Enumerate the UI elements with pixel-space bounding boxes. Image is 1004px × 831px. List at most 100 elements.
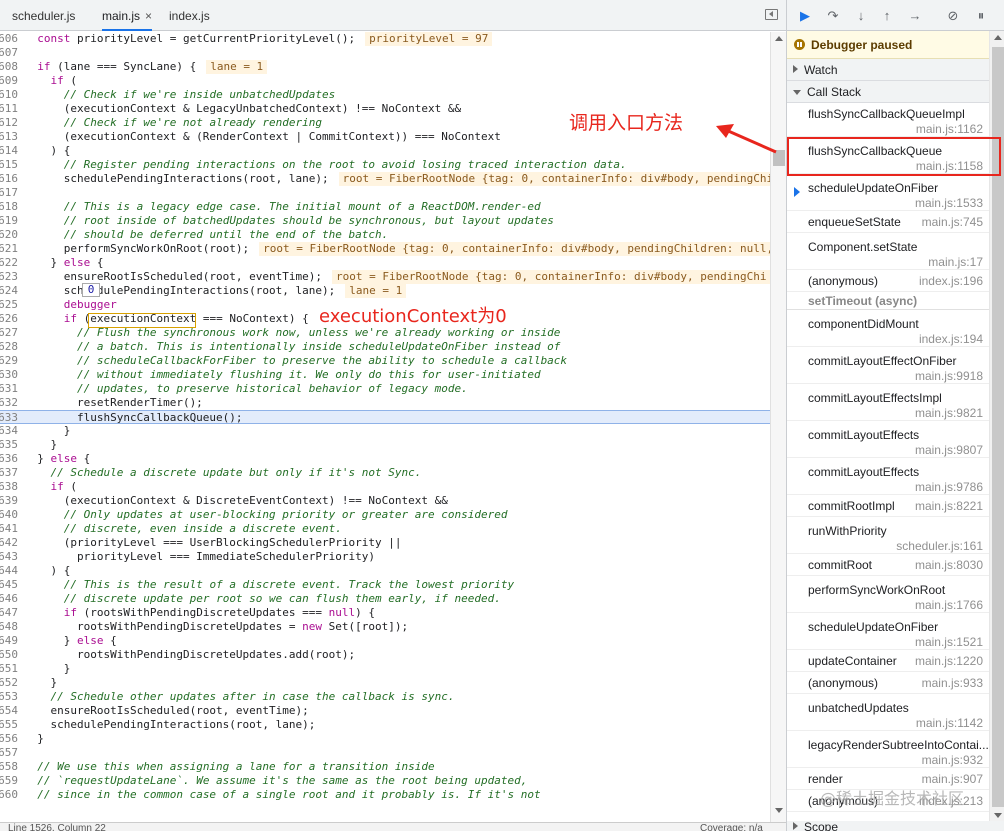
line-number[interactable]: 656 <box>0 732 18 746</box>
code-line[interactable]: 614 ) { <box>0 144 770 158</box>
code-line[interactable]: 616 schedulePendingInteractions(root, la… <box>0 172 770 186</box>
code-line[interactable]: 635 } <box>0 438 770 452</box>
code-line[interactable]: 640 // Only updates at user-blocking pri… <box>0 508 770 522</box>
call-frame[interactable]: componentDidMount index.js:194 <box>787 310 989 347</box>
code-line[interactable]: 657 <box>0 746 770 760</box>
line-number[interactable]: 660 <box>0 788 18 802</box>
step-icon[interactable]: → <box>907 8 923 24</box>
code-line[interactable]: 628 // a batch. This is intentionally in… <box>0 340 770 354</box>
line-number[interactable]: 618 <box>0 200 18 214</box>
code-line[interactable]: 615 // Register pending interactions on … <box>0 158 770 172</box>
line-number[interactable]: 612 <box>0 116 18 130</box>
scroll-down-icon[interactable] <box>775 808 783 813</box>
line-number[interactable]: 650 <box>0 648 18 662</box>
line-number[interactable]: 629 <box>0 354 18 368</box>
line-number[interactable]: 635 <box>0 438 18 452</box>
code-line[interactable]: 652 } <box>0 676 770 690</box>
code-line[interactable]: 629 // scheduleCallbackForFiber to prese… <box>0 354 770 368</box>
frame-location[interactable]: main.js:933 <box>922 676 983 690</box>
code-line[interactable]: 617 <box>0 186 770 200</box>
call-frame[interactable]: commitRootImpl main.js:8221 <box>787 495 989 517</box>
line-number[interactable]: 634 <box>0 424 18 438</box>
code-line[interactable]: 607 <box>0 46 770 60</box>
line-number[interactable]: 646 <box>0 592 18 606</box>
line-number[interactable]: 636 <box>0 452 18 466</box>
line-number[interactable]: 622 <box>0 256 18 270</box>
code-line[interactable]: 660 // since in the common case of a sin… <box>0 788 770 802</box>
frame-location[interactable]: main.js:1142 <box>916 716 983 730</box>
tab-index-js[interactable]: index.js <box>169 0 210 31</box>
line-number[interactable]: 652 <box>0 676 18 690</box>
frame-location[interactable]: index.js:196 <box>919 274 983 288</box>
code-line[interactable]: 630 // without immediately flushing it. … <box>0 368 770 382</box>
code-line[interactable]: 655 schedulePendingInteractions(root, la… <box>0 718 770 732</box>
line-number[interactable]: 610 <box>0 88 18 102</box>
line-number[interactable]: 607 <box>0 46 18 60</box>
code-line[interactable]: 656 } <box>0 732 770 746</box>
code-line[interactable]: 622 } else { <box>0 256 770 270</box>
frame-location[interactable]: main.js:9786 <box>915 480 983 494</box>
code-line[interactable]: 658 // We use this when assigning a lane… <box>0 760 770 774</box>
scope-section-header[interactable]: Scope <box>787 821 1004 831</box>
line-number[interactable]: 625 <box>0 298 18 312</box>
code-line[interactable]: 634 } <box>0 424 770 438</box>
pause-on-exceptions-icon[interactable]: ⏸ <box>973 8 989 24</box>
code-line[interactable]: 639 (executionContext & DiscreteEventCon… <box>0 494 770 508</box>
call-frame[interactable]: enqueueSetState main.js:745 <box>787 211 989 233</box>
frame-location[interactable]: main.js:1521 <box>915 635 983 649</box>
frame-location[interactable]: main.js:17 <box>928 255 983 269</box>
line-number[interactable]: 638 <box>0 480 18 494</box>
line-number[interactable]: 606 <box>0 32 18 46</box>
call-frame[interactable]: commitLayoutEffects main.js:9786 <box>787 458 989 495</box>
scroll-up-icon[interactable] <box>994 35 1002 40</box>
line-number[interactable]: 639 <box>0 494 18 508</box>
line-number[interactable]: 658 <box>0 760 18 774</box>
line-number[interactable]: 659 <box>0 774 18 788</box>
code-line[interactable]: 636 } else { <box>0 452 770 466</box>
frame-location[interactable]: main.js:932 <box>922 753 983 767</box>
scroll-up-icon[interactable] <box>775 36 783 41</box>
line-number[interactable]: 611 <box>0 102 18 116</box>
call-frame[interactable]: runWithPriority scheduler.js:161 <box>787 517 989 554</box>
line-number[interactable]: 647 <box>0 606 18 620</box>
call-frame[interactable]: updateContainer main.js:1220 <box>787 650 989 672</box>
line-number[interactable]: 627 <box>0 326 18 340</box>
step-over-icon[interactable]: ↷ <box>825 8 841 24</box>
code-line[interactable]: 609 if ( <box>0 74 770 88</box>
code-line[interactable]: 646 // discrete update per root so we ca… <box>0 592 770 606</box>
line-number[interactable]: 649 <box>0 634 18 648</box>
step-into-icon[interactable]: ↓ <box>853 8 869 24</box>
frame-location[interactable]: scheduler.js:161 <box>896 539 983 553</box>
line-number[interactable]: 642 <box>0 536 18 550</box>
line-number[interactable]: 628 <box>0 340 18 354</box>
code-line[interactable]: 641 // discrete, even inside a discrete … <box>0 522 770 536</box>
code-line[interactable]: 610 // Check if we're inside unbatchedUp… <box>0 88 770 102</box>
code-line[interactable]: 645 // This is the result of a discrete … <box>0 578 770 592</box>
line-number[interactable]: 631 <box>0 382 18 396</box>
line-number[interactable]: 655 <box>0 718 18 732</box>
frame-location[interactable]: main.js:1162 <box>916 122 983 136</box>
code-line[interactable]: 631 // updates, to preserve historical b… <box>0 382 770 396</box>
line-number[interactable]: 615 <box>0 158 18 172</box>
code-line[interactable]: 619 // root inside of batchedUpdates sho… <box>0 214 770 228</box>
frame-location[interactable]: index.js:194 <box>919 332 983 346</box>
line-number[interactable]: 654 <box>0 704 18 718</box>
frame-location[interactable]: main.js:1533 <box>915 196 983 210</box>
line-number[interactable]: 651 <box>0 662 18 676</box>
frame-location[interactable]: main.js:1220 <box>915 654 983 668</box>
line-number[interactable]: 633 <box>0 411 18 425</box>
call-frame[interactable]: Component.setState main.js:17 <box>787 233 989 270</box>
call-frame[interactable]: commitLayoutEffects main.js:9807 <box>787 421 989 458</box>
tab-scheduler-js[interactable]: scheduler.js <box>12 0 75 31</box>
watch-section-header[interactable]: Watch <box>787 59 1004 81</box>
step-out-icon[interactable]: ↑ <box>879 8 895 24</box>
line-number[interactable]: 619 <box>0 214 18 228</box>
code-line[interactable]: 627 // Flush the synchronous work now, u… <box>0 326 770 340</box>
code-line[interactable]: 644 ) { <box>0 564 770 578</box>
code-line[interactable]: 643 priorityLevel === ImmediateScheduler… <box>0 550 770 564</box>
frame-location[interactable]: main.js:8221 <box>915 499 983 513</box>
code-line[interactable]: 653 // Schedule other updates after in c… <box>0 690 770 704</box>
code-line[interactable]: 606 const priorityLevel = getCurrentPrio… <box>0 32 770 46</box>
call-frame[interactable]: flushSyncCallbackQueueImpl main.js:1162 <box>787 100 989 137</box>
line-number[interactable]: 637 <box>0 466 18 480</box>
